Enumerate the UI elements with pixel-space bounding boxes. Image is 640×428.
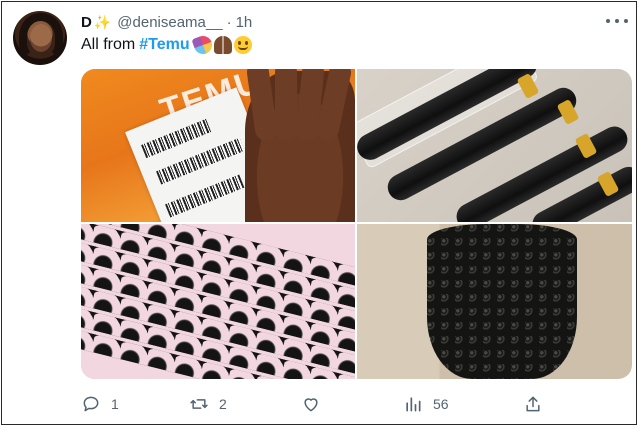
- like-button[interactable]: [301, 392, 341, 416]
- smiling-face-icon: [233, 36, 252, 54]
- separator-dot: ·: [226, 13, 232, 31]
- views-count: 56: [433, 396, 449, 412]
- retweet-count: 2: [219, 396, 227, 412]
- sparkle-emoji: ✨: [93, 13, 112, 30]
- action-bar: 1 2 56: [81, 392, 551, 416]
- reply-count: 1: [111, 396, 119, 412]
- heart-icon: [304, 398, 318, 412]
- display-name[interactable]: D: [81, 14, 92, 31]
- finger: [245, 69, 279, 143]
- views-button[interactable]: 56: [403, 392, 449, 416]
- barcode: [165, 174, 245, 218]
- temu-package-photo[interactable]: TEMU: [81, 69, 355, 222]
- share-icon: [526, 396, 540, 412]
- hashtag-link[interactable]: #Temu: [139, 34, 189, 56]
- reply-button[interactable]: 1: [81, 392, 121, 416]
- party-popper-icon: [191, 33, 215, 57]
- user-handle[interactable]: @deniseama__: [117, 14, 222, 31]
- tweet-card[interactable]: D ✨ @deniseama__ · 1h All from #Temu TEM…: [1, 1, 637, 425]
- eyelashes-tray-photo[interactable]: [81, 224, 355, 379]
- curly-hair-photo[interactable]: [357, 224, 632, 379]
- curly-hair: [427, 224, 577, 379]
- more-options-icon[interactable]: [606, 16, 628, 26]
- avatar[interactable]: [13, 11, 67, 65]
- tweet-header: D ✨ @deniseama__ · 1h: [81, 11, 252, 33]
- retweet-button[interactable]: 2: [189, 392, 229, 416]
- retweet-icon: [190, 399, 208, 409]
- analytics-icon: [406, 397, 421, 412]
- share-button[interactable]: [523, 392, 553, 416]
- media-grid: TEMU: [81, 69, 632, 379]
- timestamp[interactable]: 1h: [236, 14, 253, 31]
- folded-hands-icon: [213, 36, 232, 54]
- hand: [245, 69, 355, 222]
- reply-icon: [83, 396, 99, 412]
- finger: [275, 69, 297, 141]
- avatar-face: [30, 24, 52, 52]
- tweet-text-prefix: All from: [81, 36, 136, 53]
- hair-bundles-photo[interactable]: [357, 69, 632, 222]
- tweet-text: All from #Temu: [81, 33, 254, 57]
